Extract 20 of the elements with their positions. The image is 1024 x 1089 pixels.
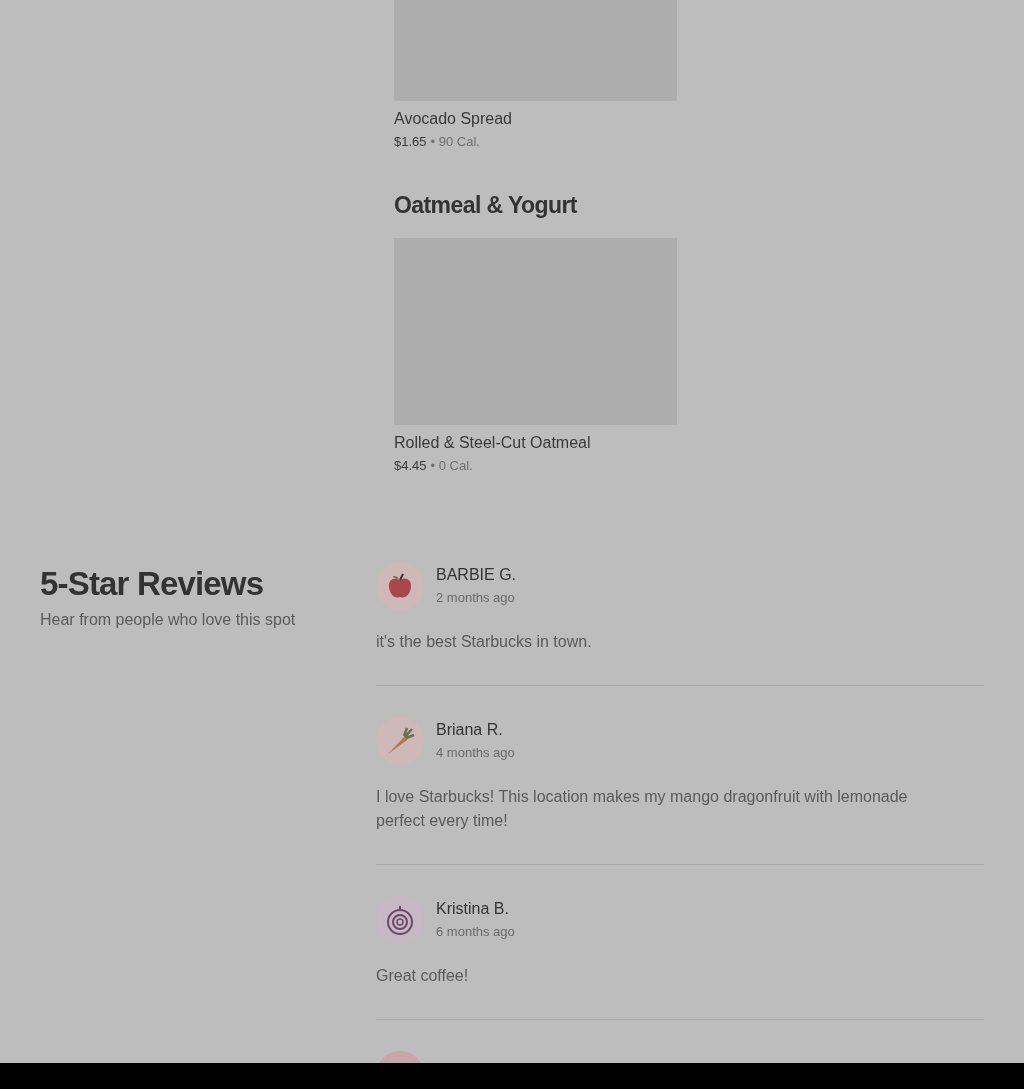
review-time: 4 months ago <box>436 744 515 762</box>
item-name: Avocado Spread <box>394 109 513 129</box>
item-price: $4.45 <box>394 457 427 475</box>
item-name: Rolled & Steel-Cut Oatmeal <box>394 433 592 453</box>
reviews-subtitle: Hear from people who love this spot <box>40 610 297 630</box>
reviewer-name: Kristina B. <box>436 899 510 919</box>
item-calories: • 0 Cal. <box>430 457 473 475</box>
review-time: 6 months ago <box>436 923 515 941</box>
reviews-heading: 5-Star Reviews <box>40 564 265 604</box>
review-text: I love Starbucks! This location makes my mango dragonfruit with lemonade perfect every time! <box>376 787 909 831</box>
review-text: Great coffee! <box>376 966 470 986</box>
review-time: 2 months ago <box>436 589 516 607</box>
reviewer-name: Briana R. <box>436 720 504 740</box>
reviewer-name: BARBIE G. <box>436 565 517 585</box>
apple-icon <box>387 572 413 600</box>
review-text: it's the best Starbucks in town. <box>376 632 593 652</box>
section-heading: Oatmeal & Yogurt <box>394 191 578 220</box>
item-price: $1.65 <box>394 133 427 151</box>
onion-icon <box>385 904 415 936</box>
item-calories: • 90 Cal. <box>430 133 480 151</box>
